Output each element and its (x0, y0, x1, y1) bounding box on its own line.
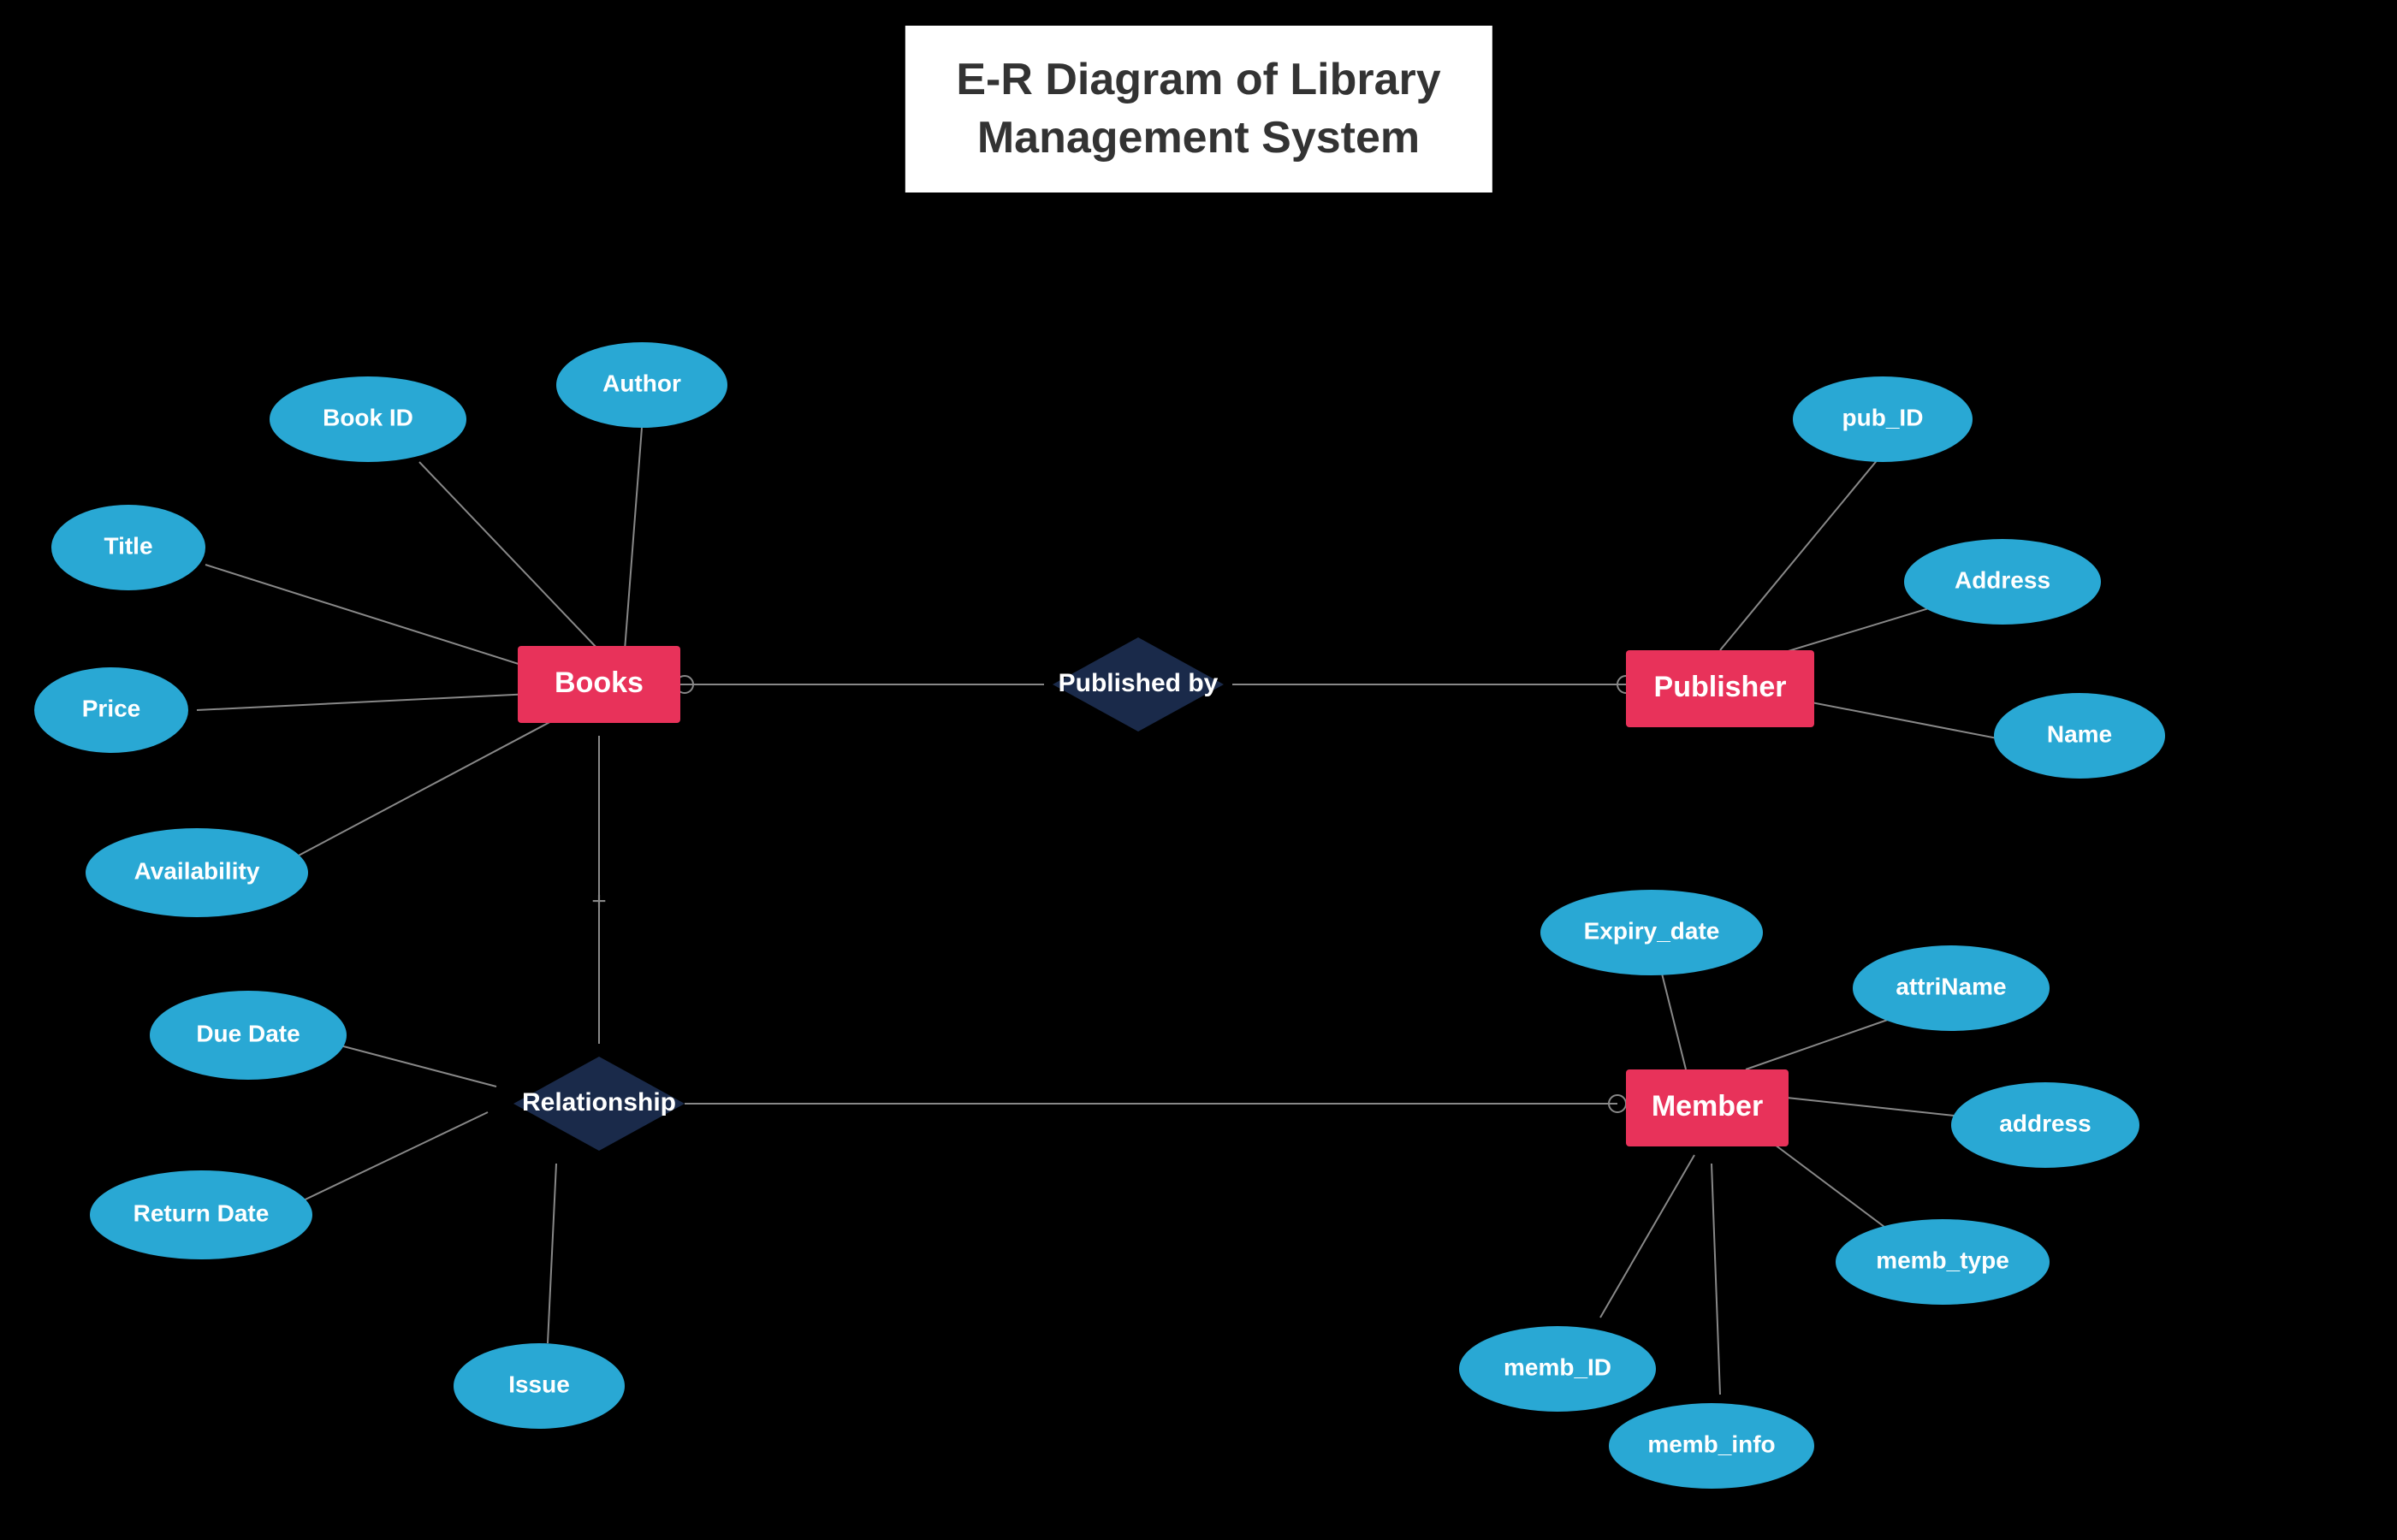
attri-name-label: attriName (1896, 973, 2006, 999)
er-diagram: Books Publisher Member Published by Rela… (0, 0, 2397, 1540)
memb-type-label: memb_type (1876, 1247, 2009, 1273)
memb-info-label: memb_info (1647, 1430, 1775, 1457)
member-label: Member (1652, 1090, 1763, 1122)
books-label: Books (555, 666, 644, 699)
name-pub-label: Name (2047, 720, 2112, 747)
svg-text:+: + (591, 887, 607, 915)
book-id-label: Book ID (323, 404, 413, 430)
pub-id-label: pub_ID (1842, 404, 1924, 430)
title-label: Title (104, 532, 152, 559)
issue-label: Issue (508, 1371, 570, 1397)
address-pub-label: Address (1955, 566, 2050, 593)
due-date-label: Due Date (196, 1020, 300, 1046)
return-date-label: Return Date (133, 1199, 270, 1226)
author-label: Author (602, 370, 681, 396)
published-by-label: Published by (1059, 669, 1219, 697)
availability-label: Availability (134, 857, 260, 884)
relationship-label: Relationship (522, 1088, 676, 1116)
price-label: Price (82, 695, 141, 721)
expiry-date-label: Expiry_date (1584, 917, 1720, 944)
publisher-label: Publisher (1654, 671, 1787, 703)
memb-id-label: memb_ID (1504, 1353, 1611, 1380)
address-mem-label: address (1999, 1110, 2091, 1136)
